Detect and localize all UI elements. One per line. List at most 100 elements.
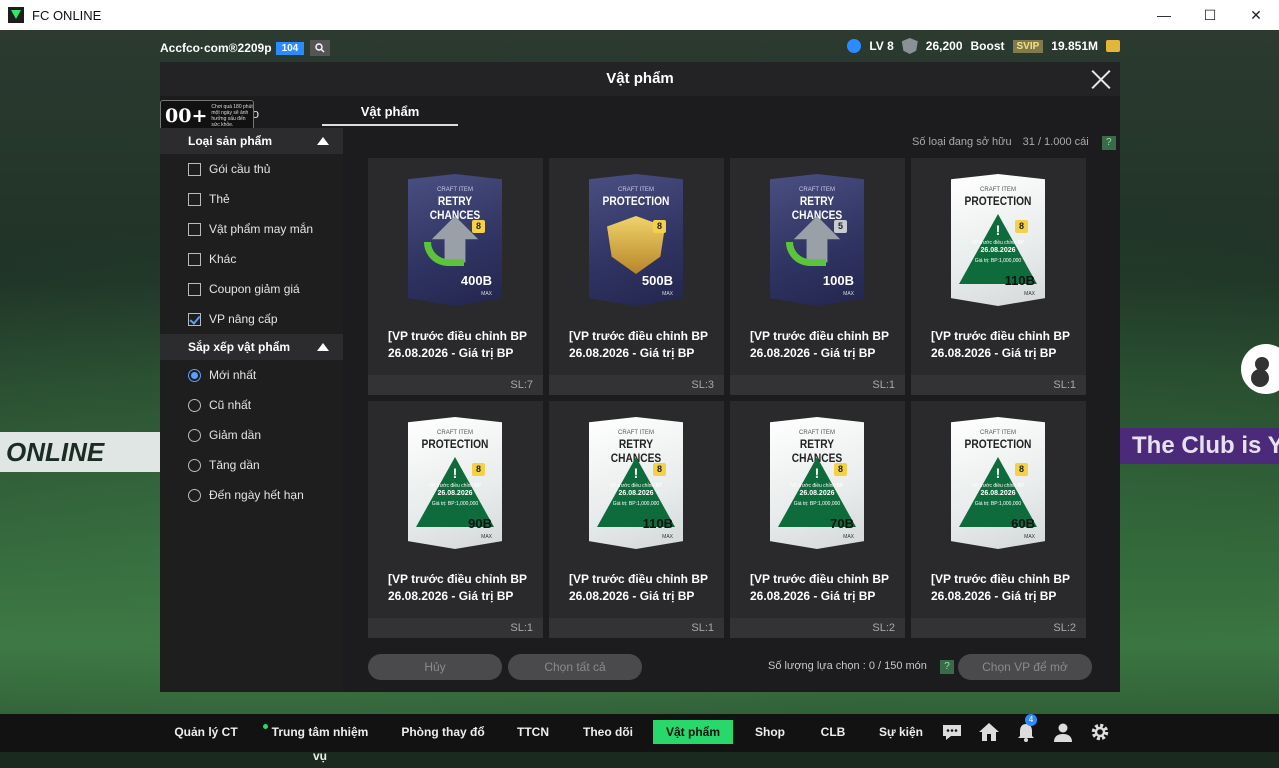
section-product-type[interactable]: Loại sản phẩm: [160, 128, 343, 154]
item-card[interactable]: CRAFT ITEM PROTECTION 8 500B MAX [VP trước đi…: [549, 158, 724, 395]
item-title: [VP trước điều chỉnh BP 26.08.2026 - Giá …: [388, 571, 538, 605]
item-quantity-bar: SL:2: [730, 618, 905, 638]
boost-label[interactable]: Boost: [971, 39, 1005, 53]
craft-item-type: PROTECTION: [964, 194, 1032, 208]
sort-option[interactable]: Giảm dần: [160, 420, 343, 450]
filter-option[interactable]: Thẻ: [160, 184, 343, 214]
minimize-button[interactable]: —: [1141, 0, 1187, 30]
sort-option[interactable]: Mới nhất: [160, 360, 343, 390]
max-label: MAX: [1024, 291, 1035, 297]
item-quantity-bar: SL:2: [911, 618, 1086, 638]
checkbox[interactable]: [188, 222, 201, 236]
section-sort[interactable]: Sắp xếp vật phẩm: [160, 334, 343, 360]
settings-gear-icon[interactable]: [1089, 722, 1111, 742]
checkbox[interactable]: [188, 282, 201, 296]
help-icon[interactable]: ?: [1101, 136, 1116, 150]
sort-option-label: Tăng dần: [209, 458, 260, 472]
sort-option-list: Mới nhất Cũ nhất Giảm dần Tăng dần Đến ngày …: [160, 360, 343, 510]
item-quantity-bar: SL:1: [549, 618, 724, 638]
nav-trung-tam-nhiem-vu[interactable]: Trung tâm nhiệm vụ: [263, 720, 372, 763]
home-icon[interactable]: [978, 722, 1000, 742]
checkbox-checked[interactable]: [188, 312, 201, 326]
radio[interactable]: [188, 428, 201, 442]
app-logo-icon: [8, 7, 24, 23]
filter-sidebar: Loại sản phẩm Gói cầu thủ Thẻ Vật phẩm may…: [160, 128, 343, 692]
chat-icon[interactable]: [941, 722, 963, 742]
checkbox[interactable]: [188, 162, 201, 176]
item-card[interactable]: CRAFT ITEM RETRY CHANCES 8 400B MAX [VP trước…: [368, 158, 543, 395]
radio[interactable]: [188, 398, 201, 412]
checkbox[interactable]: [188, 252, 201, 266]
open-items-button[interactable]: Chọn VP để mở: [958, 654, 1092, 680]
select-all-button[interactable]: Chọn tất cả: [508, 654, 642, 680]
sort-option[interactable]: Cũ nhất: [160, 390, 343, 420]
warning-vp-text: VP trước điều chỉnh BP: [609, 483, 663, 489]
close-window-button[interactable]: ✕: [1233, 0, 1279, 30]
filter-option[interactable]: Vật phẩm may mắn: [160, 214, 343, 244]
cancel-button[interactable]: Hủy: [368, 654, 502, 680]
filter-option[interactable]: VP nâng cấp: [160, 304, 343, 334]
window-controls: — ☐ ✕: [1141, 0, 1279, 30]
nav-theo-doi[interactable]: Theo dõi: [580, 720, 636, 744]
max-label: MAX: [843, 291, 854, 297]
nav-quan-ly-ct[interactable]: Quản lý CT: [170, 720, 242, 744]
nav-phong-thay-do[interactable]: Phòng thay đổ: [400, 720, 486, 744]
product-type-list: Gói cầu thủ Thẻ Vật phẩm may mắn Khác Coupon…: [160, 154, 343, 334]
tab-vat-pham[interactable]: Vật phẩm: [322, 104, 458, 126]
search-button[interactable]: [310, 40, 331, 56]
item-title-line: 26.08.2026 - Giá trị BP: [750, 589, 876, 603]
item-card[interactable]: CRAFT ITEM PROTECTION! VP trước điều chỉnh…: [911, 401, 1086, 638]
item-card[interactable]: CRAFT ITEM PROTECTION! VP trước điều chỉnh…: [368, 401, 543, 638]
nav-ttcn[interactable]: TTCN: [512, 720, 554, 744]
warning-value: Giá trị: BP:1,000,000: [612, 501, 660, 507]
filter-option[interactable]: Gói cầu thủ: [160, 154, 343, 184]
maximize-button[interactable]: ☐: [1187, 0, 1233, 30]
checkbox[interactable]: [188, 192, 201, 206]
close-icon[interactable]: [1090, 68, 1112, 90]
sort-option[interactable]: Đến ngày hết hạn: [160, 480, 343, 510]
filter-option[interactable]: Coupon giảm giá: [160, 274, 343, 304]
radio[interactable]: [188, 458, 201, 472]
warning-vp-text: VP trước điều chỉnh BP: [790, 483, 844, 489]
selection-count: Số lượng lựa chọn : 0 / 150 món ?: [768, 660, 954, 674]
item-card[interactable]: CRAFT ITEM PROTECTION! VP trước điều chỉnh…: [911, 158, 1086, 395]
collapse-up-icon: [317, 137, 329, 145]
item-title-line: [VP trước điều chỉnh BP: [931, 329, 1071, 343]
warning-date: 26.08.2026: [437, 490, 473, 497]
account-badge: 104: [275, 41, 305, 55]
item-card[interactable]: CRAFT ITEM RETRY CHANCES 5 100B MAX [VP trước…: [730, 158, 905, 395]
craft-item-image: CRAFT ITEMRETRY CHANCES!VP trước điều ch…: [770, 417, 864, 549]
selection-count-label: Số lượng lựa chọn : 0 / 150 món: [768, 660, 927, 672]
radio[interactable]: [188, 488, 201, 502]
bp-value: 110B: [1004, 273, 1035, 288]
new-indicator-dot: [263, 724, 268, 729]
section-product-type-label: Loại sản phẩm: [188, 134, 273, 148]
sort-option-label: Giảm dần: [209, 428, 262, 442]
radio-selected[interactable]: [188, 368, 201, 382]
nav-shop[interactable]: Shop: [752, 720, 788, 744]
warning-date: 26.08.2026: [980, 490, 1016, 497]
item-card[interactable]: CRAFT ITEMRETRY CHANCES!VP trước điều ch…: [549, 401, 724, 638]
max-label: MAX: [1024, 534, 1035, 540]
nav-clb[interactable]: CLB: [817, 720, 849, 744]
item-quantity: SL:1: [872, 379, 895, 391]
nav-su-kien[interactable]: Sự kiện: [878, 720, 924, 744]
filter-option-label: Coupon giảm giá: [209, 282, 300, 296]
item-title: [VP trước điều chỉnh BP 26.08.2026 - Giá …: [931, 328, 1081, 362]
help-icon[interactable]: ?: [939, 660, 954, 674]
craft-item-type: PROTECTION: [421, 437, 489, 451]
filter-option[interactable]: Khác: [160, 244, 343, 274]
craft-item-image: CRAFT ITEMRETRY CHANCES!VP trước điều ch…: [589, 417, 683, 549]
bp-value: 400B: [460, 273, 492, 288]
item-card[interactable]: CRAFT ITEMRETRY CHANCES!VP trước điều ch…: [730, 401, 905, 638]
item-title-line: [VP trước điều chỉnh BP: [569, 572, 709, 586]
item-title-line: [VP trước điều chỉnh BP: [388, 572, 528, 586]
max-label: MAX: [481, 291, 492, 297]
profile-icon[interactable]: [1052, 722, 1074, 742]
stadium-banner-left: ONLINE: [0, 432, 160, 472]
warning-vp-text: VP trước điều chỉnh BP: [971, 483, 1025, 489]
nav-vat-pham[interactable]: Vật phẩm: [653, 720, 733, 744]
sort-option[interactable]: Tăng dần: [160, 450, 343, 480]
max-label: MAX: [481, 534, 492, 540]
warning-date: 26.08.2026: [618, 490, 654, 497]
